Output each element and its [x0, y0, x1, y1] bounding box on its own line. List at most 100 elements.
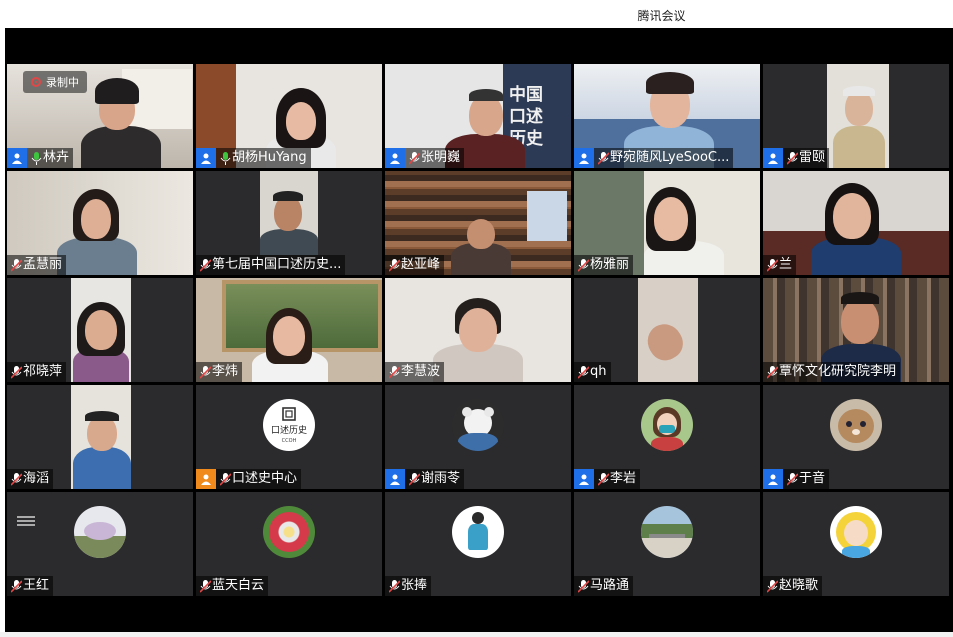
mic-muted-icon [198, 257, 212, 273]
participant-name: 赵亚峰 [401, 257, 441, 272]
participant-label: 王红 [7, 576, 54, 596]
participant-label: 赵晓歌 [763, 576, 823, 596]
cartoon-blonde-avatar [830, 506, 882, 558]
participant-tile-24[interactable]: 马路通 [574, 492, 760, 596]
participant-label: 李炜 [196, 362, 243, 382]
mic-muted-icon [596, 150, 610, 166]
participant-name: 兰 [779, 257, 793, 272]
mic-muted-icon [9, 364, 23, 380]
participant-tile-14[interactable]: qh [574, 278, 760, 382]
participant-tile-23[interactable]: 张捧 [385, 492, 571, 596]
participant-label: 李岩 [574, 469, 641, 489]
participant-label: 谢雨苓 [385, 469, 465, 489]
ccoh-logo-text: 口述历史 [271, 424, 307, 436]
participant-tile-20[interactable]: 于音 [763, 385, 949, 489]
mic-muted-icon [218, 471, 232, 487]
participant-tile-8[interactable]: 赵亚峰 [385, 171, 571, 275]
participant-tile-10[interactable]: 兰 [763, 171, 949, 275]
participant-tile-25[interactable]: 赵晓歌 [763, 492, 949, 596]
mic-active-icon [29, 150, 43, 166]
participant-tile-21[interactable]: 王红 [7, 492, 193, 596]
cartoon-girl-avatar [641, 399, 693, 451]
record-icon [31, 77, 41, 87]
participant-label: 林卉 [7, 148, 74, 168]
participant-tile-22[interactable]: 蓝天白云 [196, 492, 382, 596]
participant-label: 覃怀文化研究院李明 [763, 362, 901, 382]
participant-label: 祁晓萍 [7, 362, 67, 382]
user-icon [763, 148, 783, 168]
participant-tile-11[interactable]: 祁晓萍 [7, 278, 193, 382]
recording-indicator[interactable]: 录制中 [23, 71, 87, 93]
participant-name: 赵晓歌 [779, 578, 819, 593]
mic-muted-icon [765, 578, 779, 594]
ccoh-logo-avatar: 口述历史 CCOH [263, 399, 315, 451]
user-icon [574, 469, 594, 489]
participant-tile-15[interactable]: 覃怀文化研究院李明 [763, 278, 949, 382]
participant-tile-18[interactable]: 谢雨苓 [385, 385, 571, 489]
participant-tile-17[interactable]: 口述历史 CCOH 口述史中心 [196, 385, 382, 489]
participant-label: 海滔 [7, 469, 54, 489]
red-flower-avatar [263, 506, 315, 558]
participant-name: 张明巍 [421, 150, 461, 165]
participant-name: 祁晓萍 [23, 364, 63, 379]
mic-muted-icon [765, 257, 779, 273]
participant-name: 雷颐 [799, 150, 826, 165]
participant-tile-5[interactable]: 雷颐 [763, 64, 949, 168]
participant-name: 第七届中国口述历史... [212, 257, 342, 272]
user-icon [385, 469, 405, 489]
participant-tile-12[interactable]: 李炜 [196, 278, 382, 382]
participant-name: 张捧 [401, 578, 428, 593]
participant-label: 孟慧丽 [7, 255, 67, 275]
participant-label: 李慧波 [385, 362, 445, 382]
user-icon [7, 148, 27, 168]
participant-tile-1[interactable]: 录制中 林卉 [7, 64, 193, 168]
participant-name: 李慧波 [401, 364, 441, 379]
participant-name: 孟慧丽 [23, 257, 63, 272]
meeting-window: 录制中 林卉 胡杨HuYang 中国 口述 历史 张明巍 野宛随风LyeSooC… [5, 28, 953, 632]
participant-name: 口述史中心 [232, 471, 298, 486]
mic-muted-icon [576, 578, 590, 594]
user-icon [196, 469, 216, 489]
bottom-edge [0, 632, 953, 637]
flower-avatar [74, 506, 126, 558]
participant-tile-13[interactable]: 李慧波 [385, 278, 571, 382]
participant-label: 胡杨HuYang [196, 148, 311, 168]
participant-tile-6[interactable]: 孟慧丽 [7, 171, 193, 275]
participant-name: 海滔 [23, 471, 50, 486]
participant-tile-16[interactable]: 海滔 [7, 385, 193, 489]
mic-muted-icon [198, 364, 212, 380]
participant-name: 胡杨HuYang [232, 150, 307, 165]
participant-name: 王红 [23, 578, 50, 593]
participant-label: 兰 [763, 255, 797, 275]
participant-label: 赵亚峰 [385, 255, 445, 275]
title-bar: 腾讯会议 [0, 0, 953, 28]
participant-tile-3[interactable]: 中国 口述 历史 张明巍 [385, 64, 571, 168]
participant-grid: 录制中 林卉 胡杨HuYang 中国 口述 历史 张明巍 野宛随风LyeSooC… [7, 64, 949, 596]
mic-muted-icon [576, 364, 590, 380]
participant-name: 于音 [799, 471, 826, 486]
ccoh-logo-subtext: CCOH [282, 438, 297, 444]
participant-label: qh [574, 362, 611, 382]
participant-label: 野宛随风LyeSooC... [574, 148, 734, 168]
mic-muted-icon [407, 150, 421, 166]
participant-tile-19[interactable]: 李岩 [574, 385, 760, 489]
participant-name: 蓝天白云 [212, 578, 265, 593]
participant-name: 林卉 [43, 150, 70, 165]
participant-name: 李岩 [610, 471, 637, 486]
participant-label: 雷颐 [763, 148, 830, 168]
mic-muted-icon [785, 150, 799, 166]
user-icon [196, 148, 216, 168]
participant-tile-9[interactable]: 杨雅丽 [574, 171, 760, 275]
menu-icon[interactable] [17, 516, 35, 528]
mic-muted-icon [785, 471, 799, 487]
participant-label: 于音 [763, 469, 830, 489]
participant-name: 杨雅丽 [590, 257, 630, 272]
participant-tile-4[interactable]: 野宛随风LyeSooC... [574, 64, 760, 168]
participant-tile-2[interactable]: 胡杨HuYang [196, 64, 382, 168]
participant-tile-7[interactable]: 第七届中国口述历史... [196, 171, 382, 275]
mic-muted-icon [9, 257, 23, 273]
window-title: 腾讯会议 [637, 9, 686, 23]
participant-label: 张捧 [385, 576, 432, 596]
participant-label: 张明巍 [385, 148, 465, 168]
participant-name: 李炜 [212, 364, 239, 379]
